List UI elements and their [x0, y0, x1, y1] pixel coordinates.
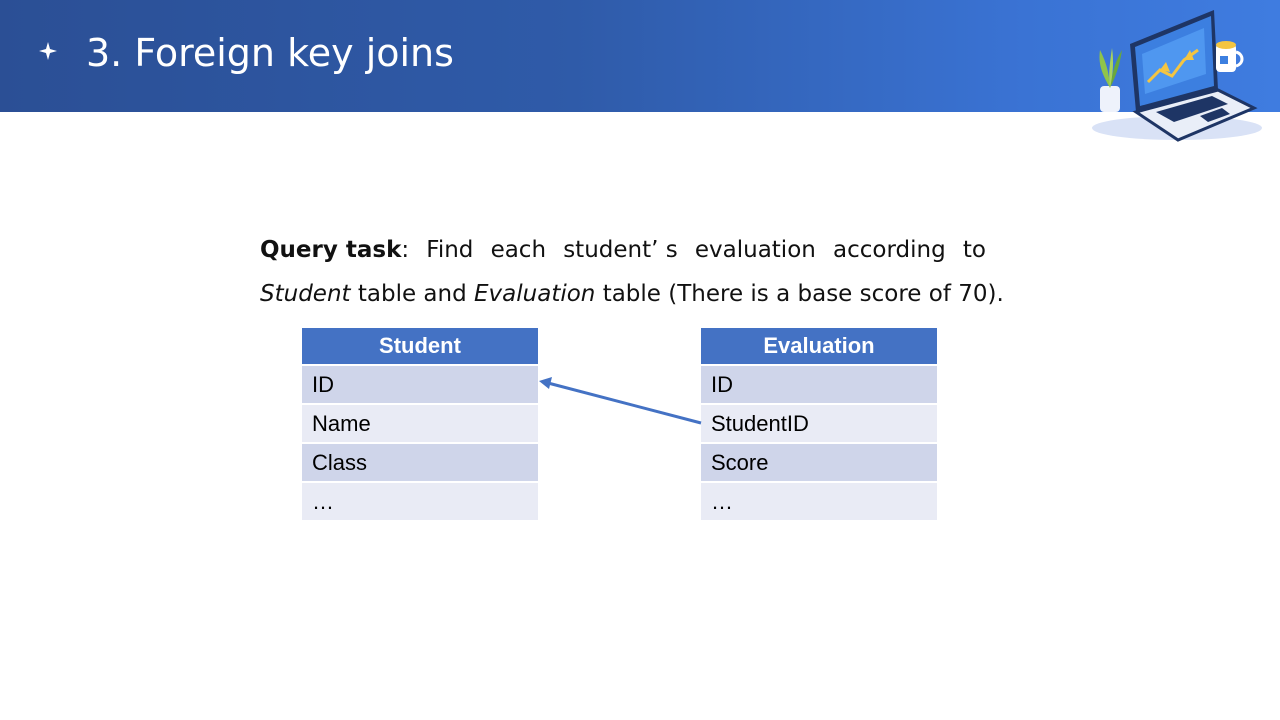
- task-word: Find: [426, 237, 474, 263]
- task-word: each: [490, 237, 547, 263]
- task-word: student’ s: [563, 237, 678, 263]
- student-table-ref: Student: [260, 281, 351, 307]
- query-task-text: Query task: Find each student’ s evaluat…: [260, 228, 1004, 316]
- student-table-header: Student: [302, 328, 538, 364]
- query-task-line-1: Query task: Find each student’ s evaluat…: [260, 228, 986, 272]
- evaluation-row-studentid: StudentID: [701, 405, 937, 442]
- query-task-lead: Query task:: [260, 237, 410, 263]
- slide-title: 3. Foreign key joins: [86, 31, 454, 75]
- slide-header: 3. Foreign key joins: [0, 0, 1280, 142]
- laptop-workspace-illustration: [1092, 10, 1262, 142]
- student-row-more: …: [302, 483, 538, 520]
- student-row-id: ID: [302, 366, 538, 403]
- evaluation-row-id: ID: [701, 366, 937, 403]
- foreign-key-arrow-line: [547, 381, 702, 425]
- evaluation-table: Evaluation ID StudentID Score …: [701, 328, 937, 520]
- task-word: evaluation: [694, 237, 816, 263]
- query-task-line-2: Student table and Evaluation table (Ther…: [260, 272, 1004, 316]
- student-table: Student ID Name Class …: [302, 328, 538, 520]
- evaluation-row-score: Score: [701, 444, 937, 481]
- evaluation-table-ref: Evaluation: [474, 281, 596, 307]
- evaluation-row-more: …: [701, 483, 937, 520]
- evaluation-table-header: Evaluation: [701, 328, 937, 364]
- task-tail-text: table (There is a base score of 70).: [602, 281, 1004, 307]
- task-mid-text: table and: [357, 281, 467, 307]
- task-word: to: [962, 237, 986, 263]
- student-row-class: Class: [302, 444, 538, 481]
- foreign-key-arrowhead: [539, 377, 552, 389]
- query-task-label: Query task: [260, 237, 402, 263]
- student-row-name: Name: [302, 405, 538, 442]
- four-point-star-icon: [39, 42, 57, 60]
- task-word: according: [833, 237, 946, 263]
